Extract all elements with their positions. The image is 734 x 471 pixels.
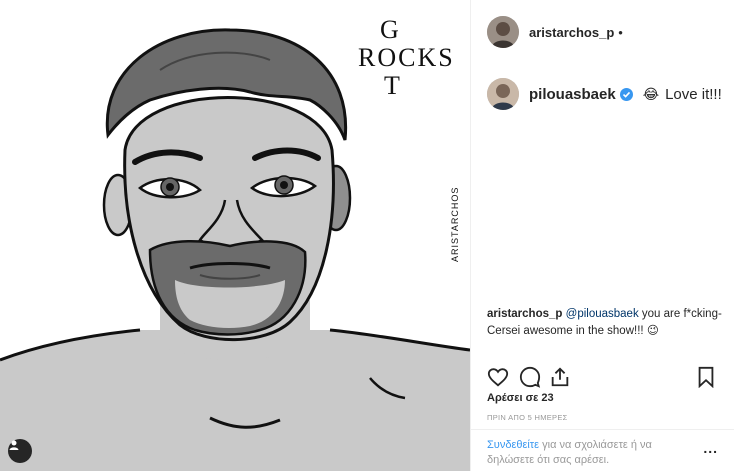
heart-icon[interactable]: [487, 366, 509, 393]
caption-mention[interactable]: @pilouasbaek: [566, 308, 639, 320]
verified-badge-icon: [619, 87, 633, 101]
divider: [471, 429, 734, 430]
post-sidebar: aristarchos_p • pilouasbaek 😂 Love it!!!…: [470, 0, 734, 471]
author-username[interactable]: aristarchos_p: [529, 25, 614, 40]
logo-g: G: [380, 15, 399, 44]
share-icon[interactable]: [549, 366, 571, 393]
login-prompt: Συνδεθείτε για να σχολιάσετε ή να δηλώσε…: [487, 438, 687, 468]
user-icon: [9, 440, 19, 450]
comment-text: Love it!!!: [665, 85, 722, 103]
author-avatar[interactable]: [487, 16, 519, 48]
top-comment: pilouasbaek 😂 Love it!!!: [487, 78, 722, 110]
instagram-post: G ROCKS T ARISTARCHOS aristarchos_p • pi…: [0, 0, 734, 471]
post-timestamp[interactable]: ΠΡΙΝ ΑΠΟ 5 ΗΜΕΡΕΣ: [487, 413, 568, 422]
login-link[interactable]: Συνδεθείτε: [487, 439, 539, 451]
caption: aristarchos_p @pilouasbaek you are f*cki…: [487, 306, 725, 340]
likes-count[interactable]: Αρέσει σε 23: [487, 392, 554, 404]
more-options-button[interactable]: ...: [703, 440, 718, 456]
comment-icon[interactable]: [519, 366, 541, 393]
logo-t: T: [384, 71, 400, 100]
commenter-avatar[interactable]: [487, 78, 519, 110]
bookmark-icon[interactable]: [695, 366, 717, 393]
logo-rocks: ROCKS: [358, 43, 455, 72]
caption-username[interactable]: aristarchos_p: [487, 308, 562, 320]
user-tag-button[interactable]: [8, 439, 32, 463]
commenter-username[interactable]: pilouasbaek: [529, 86, 616, 103]
laughing-emoji: 😂: [642, 85, 660, 102]
signature: ARISTARCHOS: [450, 187, 460, 262]
post-image[interactable]: G ROCKS T ARISTARCHOS: [0, 0, 470, 471]
wink-emoji: 😉: [646, 325, 659, 337]
post-header: aristarchos_p •: [487, 14, 623, 50]
header-dot: •: [618, 24, 623, 40]
action-bar: [487, 366, 719, 390]
illustration: G ROCKS T ARISTARCHOS: [0, 15, 470, 471]
